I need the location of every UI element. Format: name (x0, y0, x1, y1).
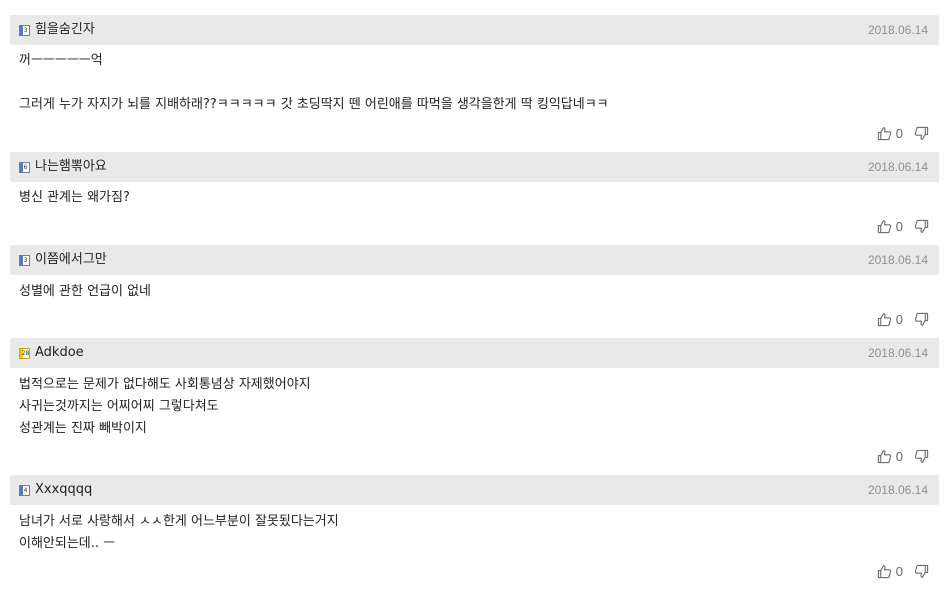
comment-body: 성별에 관한 언급이 없네 (19, 281, 939, 303)
comment-line: 사귀는것까지는 어찌어찌 그렇다쳐도 (19, 399, 219, 414)
level-number: 6 (23, 164, 28, 171)
dislike-button[interactable] (914, 126, 929, 141)
thumbs-down-icon (914, 312, 929, 326)
comment-header: 28 Adkdoe 2018.06.14 (10, 338, 939, 368)
level-number: 28 (21, 350, 30, 357)
level-badge-icon: 3 (19, 25, 30, 36)
comment-line: 남녀가 서로 사랑해서 ㅅㅅ한게 어느부분이 잘못됬다는거지 (19, 514, 339, 529)
dislike-button[interactable] (914, 219, 929, 234)
comment-line: 병신 관계는 왜가짐? (19, 190, 130, 205)
comment-nickname[interactable]: Adkdoe (35, 345, 84, 361)
comment-item: 3 힘을숨긴자 2018.06.14 꺼ㅡㅡㅡㅡㅡ억 그러게 누가 자지가 뇌를… (10, 15, 939, 141)
thumbs-up-icon (877, 564, 891, 578)
comment-date: 2018.06.14 (867, 346, 928, 360)
comment-line: 그러게 누가 자지가 뇌를 지배하래??ㅋㅋㅋㅋㅋ 갓 초딩딱지 뗀 어린애를 … (19, 97, 609, 112)
vote-controls: 0 (877, 447, 929, 465)
comment-header: 4 Xxxqqqq 2018.06.14 (10, 475, 939, 505)
comment-body: 꺼ㅡㅡㅡㅡㅡ억 그러게 누가 자지가 뇌를 지배하래??ㅋㅋㅋㅋㅋ 갓 초딩딱지… (19, 50, 939, 116)
vote-controls: 0 (877, 562, 929, 580)
vote-controls: 0 (877, 217, 929, 235)
comment-nickname[interactable]: 나는햄뽂아요 (35, 159, 107, 175)
comment-line (19, 72, 939, 94)
like-count: 0 (895, 311, 903, 327)
vote-controls: 0 (877, 124, 929, 142)
like-count: 0 (895, 563, 903, 579)
level-badge-icon: 4 (19, 485, 30, 496)
thumbs-down-icon (914, 449, 929, 463)
like-count: 0 (895, 448, 903, 464)
dislike-button[interactable] (914, 449, 929, 464)
comment-date: 2018.06.14 (867, 160, 928, 174)
comment-item: 28 Adkdoe 2018.06.14 법적으로는 문제가 없다해도 사회통념… (10, 338, 939, 464)
comment-header: 3 이쯤에서그만 2018.06.14 (10, 245, 939, 275)
comment-nickname[interactable]: 힘을숨긴자 (35, 22, 95, 38)
comment-item: 4 Xxxqqqq 2018.06.14 남녀가 서로 사랑해서 ㅅㅅ한게 어느… (10, 475, 939, 579)
level-number: 4 (23, 487, 28, 494)
thumbs-up-icon (877, 126, 891, 140)
thumbs-down-icon (914, 219, 929, 233)
comment-date: 2018.06.14 (867, 483, 928, 497)
like-count: 0 (895, 125, 903, 141)
comment-body: 법적으로는 문제가 없다해도 사회통념상 자제했어야지 사귀는것까지는 어찌어찌… (19, 374, 939, 440)
comment-line: 꺼ㅡㅡㅡㅡㅡ억 (19, 53, 103, 68)
like-button[interactable]: 0 (877, 564, 914, 579)
comment-nickname[interactable]: Xxxqqqq (35, 482, 92, 498)
thumbs-down-icon (914, 564, 929, 578)
dislike-button[interactable] (914, 312, 929, 327)
comment-item: 6 나는햄뽂아요 2018.06.14 병신 관계는 왜가짐? 0 (10, 152, 939, 234)
comment-line: 성관계는 진짜 빼박이지 (19, 421, 147, 436)
vote-controls: 0 (877, 310, 929, 328)
level-number: 3 (23, 27, 28, 34)
comment-date: 2018.06.14 (867, 23, 928, 37)
level-number: 3 (23, 257, 28, 264)
comment-line: 성별에 관한 언급이 없네 (19, 284, 151, 299)
like-button[interactable]: 0 (877, 449, 914, 464)
like-count: 0 (895, 218, 903, 234)
comment-header: 3 힘을숨긴자 2018.06.14 (10, 15, 939, 45)
comment-header: 6 나는햄뽂아요 2018.06.14 (10, 152, 939, 182)
comment-date: 2018.06.14 (867, 253, 928, 267)
thumbs-up-icon (877, 449, 891, 463)
thumbs-up-icon (877, 312, 891, 326)
comment-body: 병신 관계는 왜가짐? (19, 187, 939, 209)
comment-item: 3 이쯤에서그만 2018.06.14 성별에 관한 언급이 없네 0 (10, 245, 939, 327)
comment-line: 법적으로는 문제가 없다해도 사회통념상 자제했어야지 (19, 377, 311, 392)
like-button[interactable]: 0 (877, 219, 914, 234)
level-badge-icon: 6 (19, 162, 30, 173)
dislike-button[interactable] (914, 564, 929, 579)
comment-body: 남녀가 서로 사랑해서 ㅅㅅ한게 어느부분이 잘못됬다는거지 이해안되는데.. … (19, 511, 939, 555)
thumbs-down-icon (914, 126, 929, 140)
like-button[interactable]: 0 (877, 312, 914, 327)
like-button[interactable]: 0 (877, 126, 914, 141)
thumbs-up-icon (877, 219, 891, 233)
level-badge-icon: 28 (19, 348, 30, 359)
level-badge-icon: 3 (19, 255, 30, 266)
comment-line: 이해안되는데.. ㅡ (19, 536, 116, 551)
comment-nickname[interactable]: 이쯤에서그만 (35, 252, 107, 268)
